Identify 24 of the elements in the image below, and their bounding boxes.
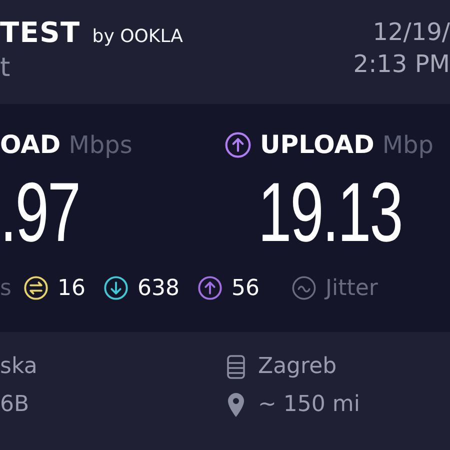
speed-value: .97 bbox=[0, 167, 80, 257]
subtitle: t bbox=[0, 52, 12, 84]
jitter-icon bbox=[291, 275, 318, 301]
test-time: 2:13 PM bbox=[353, 49, 450, 80]
upload-icon bbox=[224, 131, 252, 159]
speed-value: 19.13 bbox=[258, 167, 402, 257]
ping-value: 56 bbox=[231, 274, 260, 302]
result-label: OAD bbox=[0, 130, 61, 160]
unit-label: Mbp bbox=[382, 130, 434, 160]
jitter-label: Jitter bbox=[325, 274, 378, 302]
server-icon bbox=[226, 354, 246, 380]
server-distance: ~ 150 mi bbox=[258, 391, 360, 419]
brand-logo-text: TEST bbox=[0, 16, 80, 50]
detail-text: ska bbox=[0, 353, 38, 381]
ping-value: 16 bbox=[57, 274, 86, 302]
unit-label: Mbps bbox=[68, 130, 132, 160]
location-pin-icon bbox=[226, 392, 246, 418]
test-date: 12/19/ bbox=[372, 17, 450, 48]
detail-text: 6B bbox=[0, 391, 30, 419]
result-label: UPLOAD bbox=[260, 130, 374, 160]
ping-value: 638 bbox=[137, 274, 180, 302]
ping-unit: s bbox=[0, 274, 12, 302]
server-name: Zagreb bbox=[258, 353, 337, 381]
brand-byline: by OOKLA bbox=[92, 26, 183, 48]
